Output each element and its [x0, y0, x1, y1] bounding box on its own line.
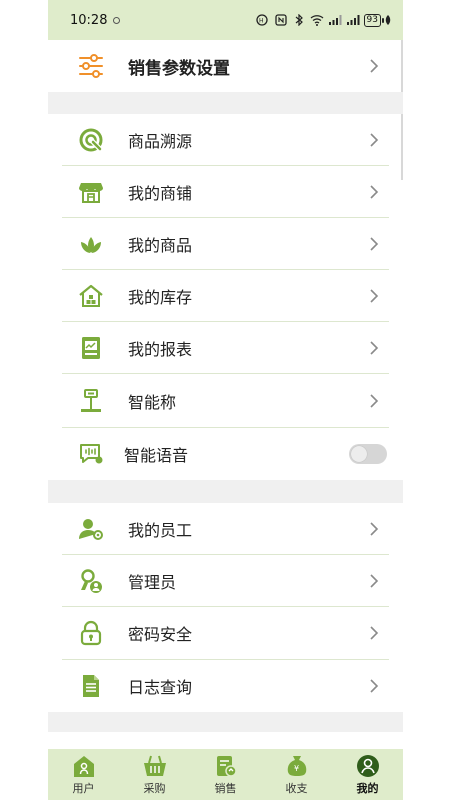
chevron-right-icon: [370, 132, 379, 147]
chevron-right-icon: [370, 521, 379, 536]
menu-item-reports[interactable]: 我的报表: [48, 322, 403, 374]
tab-finance[interactable]: ¥ 收支: [267, 753, 327, 800]
section-gap: [48, 480, 403, 503]
chevron-right-icon: [370, 288, 379, 303]
signal-icon: [328, 15, 342, 25]
tab-mine[interactable]: 我的: [338, 753, 398, 800]
status-bar: 10:28 H 93: [48, 0, 403, 40]
trace-icon: [78, 127, 104, 153]
chevron-right-icon: [370, 340, 379, 355]
store-icon: [78, 179, 104, 205]
menu-item-admin[interactable]: 管理员: [48, 555, 403, 607]
menu-item-label: 我的报表: [128, 339, 193, 359]
svg-text:¥: ¥: [294, 764, 299, 773]
nfc-icon: [274, 14, 287, 26]
voice-icon: [78, 441, 104, 467]
chevron-right-icon: [370, 393, 379, 408]
menu-item-staff[interactable]: 我的员工: [48, 503, 403, 555]
scale-icon: [78, 388, 104, 414]
basket-icon: [142, 753, 168, 779]
tab-users[interactable]: 用户: [54, 753, 114, 800]
tab-purchase[interactable]: 采购: [125, 753, 185, 800]
battery-level: 93: [363, 13, 381, 27]
chevron-right-icon: [370, 679, 379, 693]
signal-2-icon: [346, 15, 360, 25]
tab-sales[interactable]: 销售: [196, 753, 256, 800]
chevron-right-icon: [370, 236, 379, 251]
admin-icon: [78, 568, 104, 594]
tab-label: 采购: [143, 782, 166, 795]
leaf-icon: [78, 231, 104, 257]
hd-icon: H: [255, 14, 268, 26]
tab-label: 收支: [285, 782, 308, 795]
menu-item-label: 我的商品: [128, 235, 193, 255]
menu-item-label: 管理员: [128, 572, 177, 592]
battery-cap: [382, 17, 384, 23]
menu-item-label: 日志查询: [128, 678, 193, 697]
status-time: 10:28: [70, 12, 108, 28]
chevron-right-icon: [370, 573, 379, 588]
menu-item-password[interactable]: 密码安全: [48, 607, 403, 660]
menu-item-inventory[interactable]: 我的库存: [48, 270, 403, 322]
battery-indicator: 93: [363, 13, 391, 27]
bluetooth-icon: [295, 14, 303, 26]
charging-leaf-icon: [385, 15, 391, 25]
chevron-right-icon: [370, 626, 379, 640]
money-bag-icon: ¥: [284, 753, 310, 779]
lock-icon: [78, 620, 104, 646]
chevron-right-icon: [370, 184, 379, 199]
menu-item-label: 我的员工: [128, 520, 193, 540]
menu-item-trace[interactable]: 商品溯源: [48, 114, 403, 166]
tab-label: 用户: [72, 782, 95, 795]
tab-label: 我的: [356, 782, 379, 795]
warehouse-icon: [78, 283, 104, 309]
phone-screen: 10:28 H 93 销售参数设置 商品溯源 我的商铺 我的商品 我的库存 我的…: [48, 0, 403, 800]
menu-item-shop[interactable]: 我的商铺: [48, 166, 403, 218]
wifi-icon: [310, 15, 323, 26]
menu-item-label: 我的库存: [128, 287, 193, 307]
bottom-tab-bar: 用户 采购 销售 ¥ 收支 我的: [48, 749, 403, 800]
sliders-icon: [78, 53, 104, 79]
chevron-right-icon: [370, 59, 379, 73]
tab-label: 销售: [214, 782, 237, 795]
notification-dot-icon: [113, 16, 121, 24]
menu-item-label: 密码安全: [128, 625, 193, 644]
menu-item-label: 智能语音: [124, 446, 189, 465]
document-icon: [78, 673, 104, 699]
menu-item-label: 我的商铺: [128, 183, 193, 203]
toggle-knob: [351, 446, 367, 462]
menu-item-label: 商品溯源: [128, 131, 193, 151]
svg-text:H: H: [259, 18, 264, 25]
report-icon: [78, 335, 104, 361]
menu-item-scale[interactable]: 智能称: [48, 374, 403, 428]
sales-settings-row[interactable]: 销售参数设置: [48, 40, 403, 92]
section-gap: [48, 92, 403, 114]
user-house-icon: [71, 753, 97, 779]
menu-item-goods[interactable]: 我的商品: [48, 218, 403, 270]
menu-item-voice: 智能语音: [48, 428, 403, 480]
profile-icon: [355, 753, 381, 779]
menu-item-label: 智能称: [128, 392, 177, 412]
sales-settings-label: 销售参数设置: [128, 58, 230, 79]
sales-icon: [213, 753, 239, 779]
voice-toggle[interactable]: [349, 444, 387, 464]
menu-item-logs[interactable]: 日志查询: [48, 660, 403, 712]
staff-icon: [78, 516, 104, 542]
section-gap: [48, 712, 403, 732]
